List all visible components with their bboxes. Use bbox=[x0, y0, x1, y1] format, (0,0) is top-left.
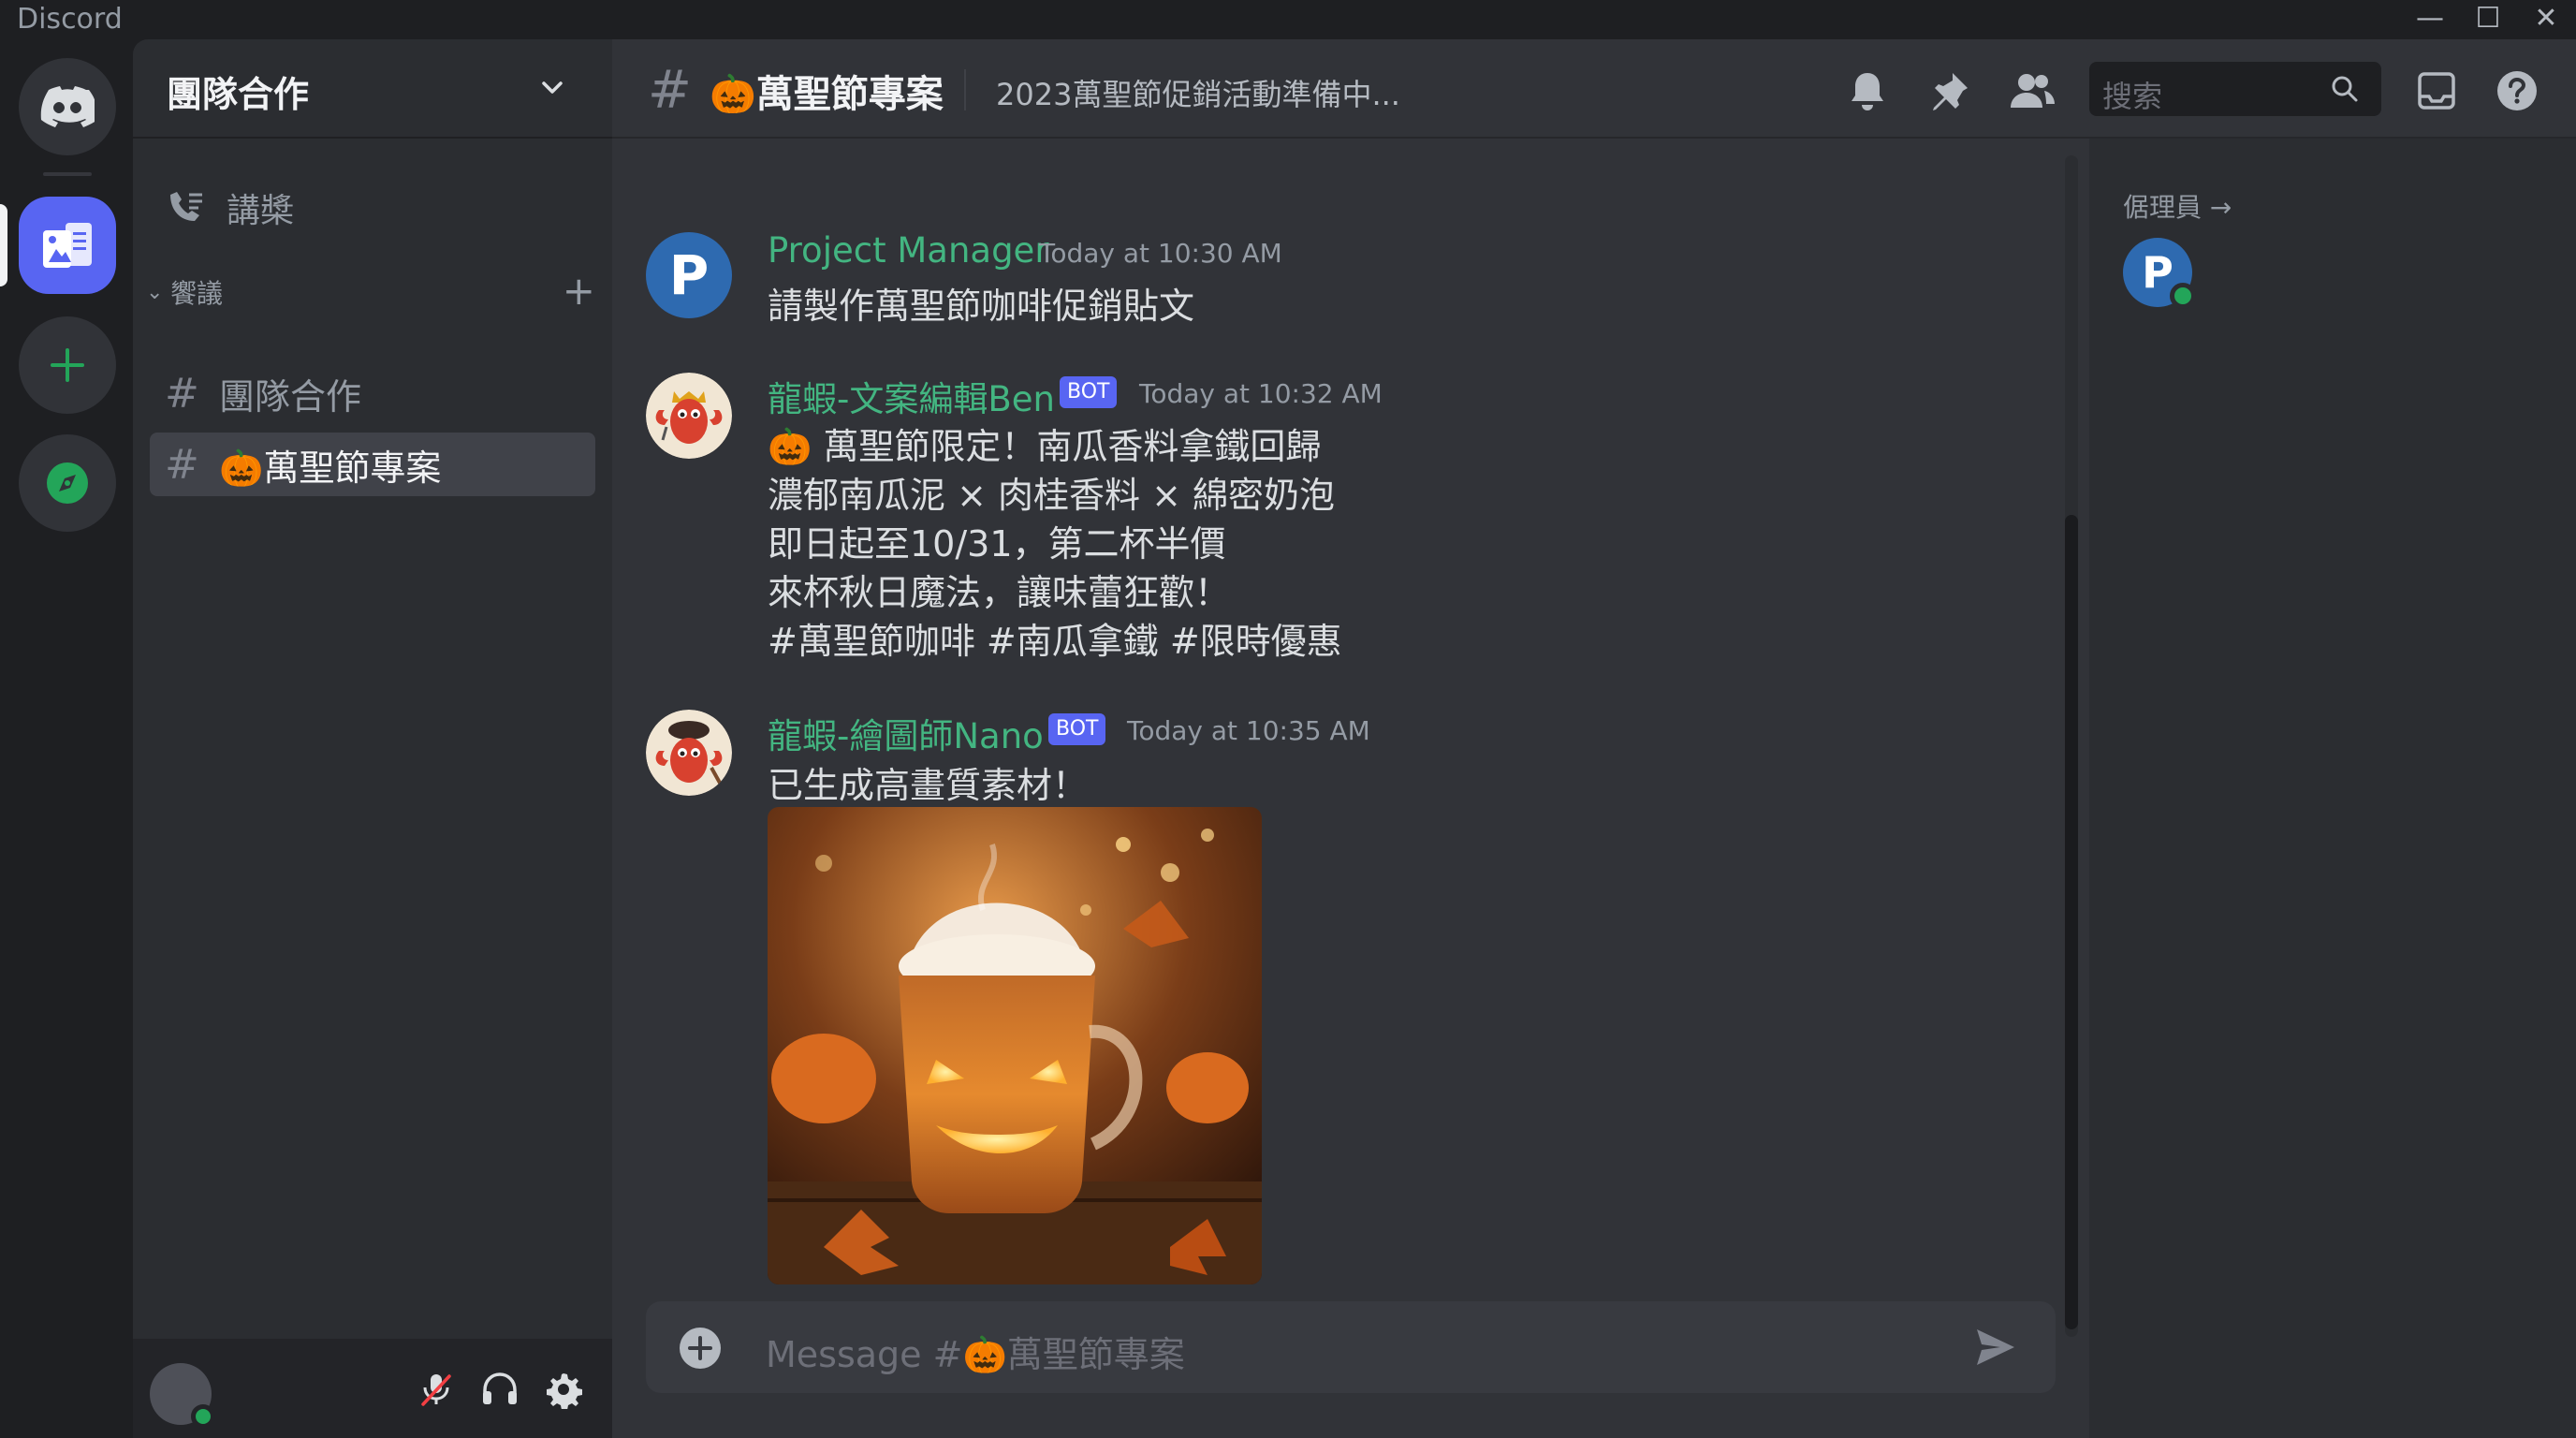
user-panel bbox=[133, 1339, 612, 1438]
window-titlebar: Discord — ☐ ✕ bbox=[0, 0, 2576, 39]
server-name: 團隊合作 bbox=[167, 74, 310, 115]
avatar[interactable]: P bbox=[646, 232, 732, 318]
rail-separator bbox=[43, 172, 92, 176]
chevron-down-icon bbox=[542, 81, 563, 94]
channel-topic[interactable]: 2023萬聖節促銷活動準備中... bbox=[996, 71, 1400, 114]
headset-icon[interactable] bbox=[477, 1367, 522, 1412]
message-text: 來杯秋日魔法，讓味蕾狂歡！ bbox=[768, 572, 1231, 613]
help-icon[interactable] bbox=[2494, 67, 2540, 114]
pin-icon[interactable] bbox=[1926, 67, 1973, 114]
status-indicator bbox=[2170, 283, 2196, 309]
message-author[interactable]: 龍蝦-文案編輯Ben bbox=[768, 371, 1055, 421]
scrollbar-thumb[interactable] bbox=[2065, 515, 2078, 1329]
channel-category[interactable]: ⌄ 饗議 + bbox=[142, 268, 601, 314]
hash-icon: # bbox=[165, 369, 199, 418]
channel-item-halloween[interactable]: # 🎃萬聖節專案 bbox=[150, 433, 595, 496]
server-icon-team[interactable] bbox=[19, 197, 116, 294]
add-server-button[interactable] bbox=[19, 316, 116, 414]
plus-icon bbox=[51, 348, 84, 382]
chevron-down-icon: ⌄ bbox=[146, 280, 164, 304]
avatar[interactable] bbox=[646, 710, 732, 796]
member-list: 倨理員 → P bbox=[2089, 139, 2576, 1438]
server-header[interactable]: 團隊合作 bbox=[133, 39, 612, 139]
discord-logo-icon bbox=[40, 86, 95, 127]
add-channel-button[interactable]: + bbox=[563, 268, 595, 314]
avatar[interactable] bbox=[646, 373, 732, 459]
voice-channel-icon bbox=[170, 192, 202, 221]
message-author[interactable]: 龍蝦-繪圖師Nano bbox=[768, 708, 1044, 758]
maximize-button[interactable]: ☐ bbox=[2460, 0, 2516, 39]
lobster-avatar-icon bbox=[646, 373, 732, 459]
message-text: 請製作萬聖節咖啡促銷貼文 bbox=[768, 286, 1195, 327]
send-icon[interactable] bbox=[1975, 1328, 2016, 1367]
header-divider bbox=[964, 69, 966, 110]
avatar-letter: P bbox=[668, 243, 710, 307]
channel-title: 🎃萬聖節專案 bbox=[710, 73, 944, 116]
jack-o-lantern-latte-image bbox=[768, 807, 1262, 1284]
message-composer[interactable]: Message #🎃萬聖節專案 bbox=[646, 1301, 2056, 1393]
message-text: 即日起至10/31，第二杯半價 bbox=[768, 523, 1226, 565]
hash-icon: # bbox=[165, 440, 199, 489]
home-button[interactable] bbox=[19, 58, 116, 155]
selected-server-indicator bbox=[0, 204, 7, 286]
lobster-painter-avatar-icon bbox=[646, 710, 732, 796]
search-icon bbox=[2332, 76, 2358, 102]
message-text: 濃郁南瓜泥 × 肉桂香料 × 綿密奶泡 bbox=[768, 475, 1335, 516]
chat-header: # 🎃萬聖節專案 2023萬聖節促銷活動準備中... 搜索 bbox=[612, 39, 2576, 139]
server-icon bbox=[43, 223, 92, 268]
channel-sidebar: 團隊合作 講槳 ⌄ 饗議 + # 團隊合作 # 🎃萬聖節專案 bbox=[133, 39, 612, 1438]
add-attachment-icon[interactable] bbox=[678, 1326, 723, 1371]
avatar-letter: P bbox=[2142, 247, 2174, 298]
category-label: 饗議 bbox=[170, 278, 224, 309]
compass-icon bbox=[47, 462, 88, 504]
status-indicator bbox=[191, 1404, 215, 1429]
channel-label: 團隊合作 bbox=[219, 375, 362, 418]
message-text: #萬聖節咖啡 #南瓜拿鐵 #限時優惠 bbox=[768, 621, 1342, 662]
scrollbar-track[interactable] bbox=[2065, 155, 2078, 1337]
app-title: Discord bbox=[17, 3, 123, 36]
message-timestamp: Today at 10:35 AM bbox=[1127, 715, 1370, 746]
hash-icon: # bbox=[648, 60, 692, 121]
bot-badge: BOT bbox=[1048, 713, 1106, 745]
message-timestamp: Today at 10:32 AM bbox=[1139, 378, 1383, 409]
search-input[interactable]: 搜索 bbox=[2089, 62, 2381, 116]
image-attachment[interactable] bbox=[768, 807, 1262, 1284]
members-icon[interactable] bbox=[2009, 67, 2056, 114]
bot-badge: BOT bbox=[1060, 376, 1118, 408]
message-author[interactable]: Project Manager bbox=[768, 230, 1049, 271]
member-group-heading[interactable]: 倨理員 → bbox=[2123, 187, 2232, 225]
chat-area: # 🎃萬聖節專案 2023萬聖節促銷活動準備中... 搜索 P Project … bbox=[612, 39, 2576, 1438]
mic-muted-icon[interactable] bbox=[414, 1367, 459, 1412]
voice-channel-row[interactable]: 講槳 bbox=[150, 176, 595, 240]
channel-label: 🎃萬聖節專案 bbox=[219, 447, 442, 489]
search-placeholder: 搜索 bbox=[2102, 79, 2163, 114]
message-text: 已生成高畫質素材！ bbox=[768, 765, 1089, 806]
close-button[interactable]: ✕ bbox=[2518, 0, 2574, 39]
server-rail bbox=[0, 39, 133, 1438]
message-input[interactable]: Message #🎃萬聖節專案 bbox=[766, 1326, 1185, 1377]
inbox-icon[interactable] bbox=[2413, 67, 2460, 114]
message-text: 🎃 萬聖節限定！南瓜香料拿鐵回歸 bbox=[768, 426, 1322, 467]
bell-icon[interactable] bbox=[1844, 67, 1891, 114]
voice-channel-label: 講槳 bbox=[227, 192, 295, 230]
minimize-button[interactable]: — bbox=[2402, 0, 2458, 39]
channel-item-team[interactable]: # 團隊合作 bbox=[150, 361, 595, 425]
explore-button[interactable] bbox=[19, 434, 116, 532]
message-timestamp: Today at 10:30 AM bbox=[1039, 238, 1282, 269]
gear-icon[interactable] bbox=[541, 1367, 586, 1412]
